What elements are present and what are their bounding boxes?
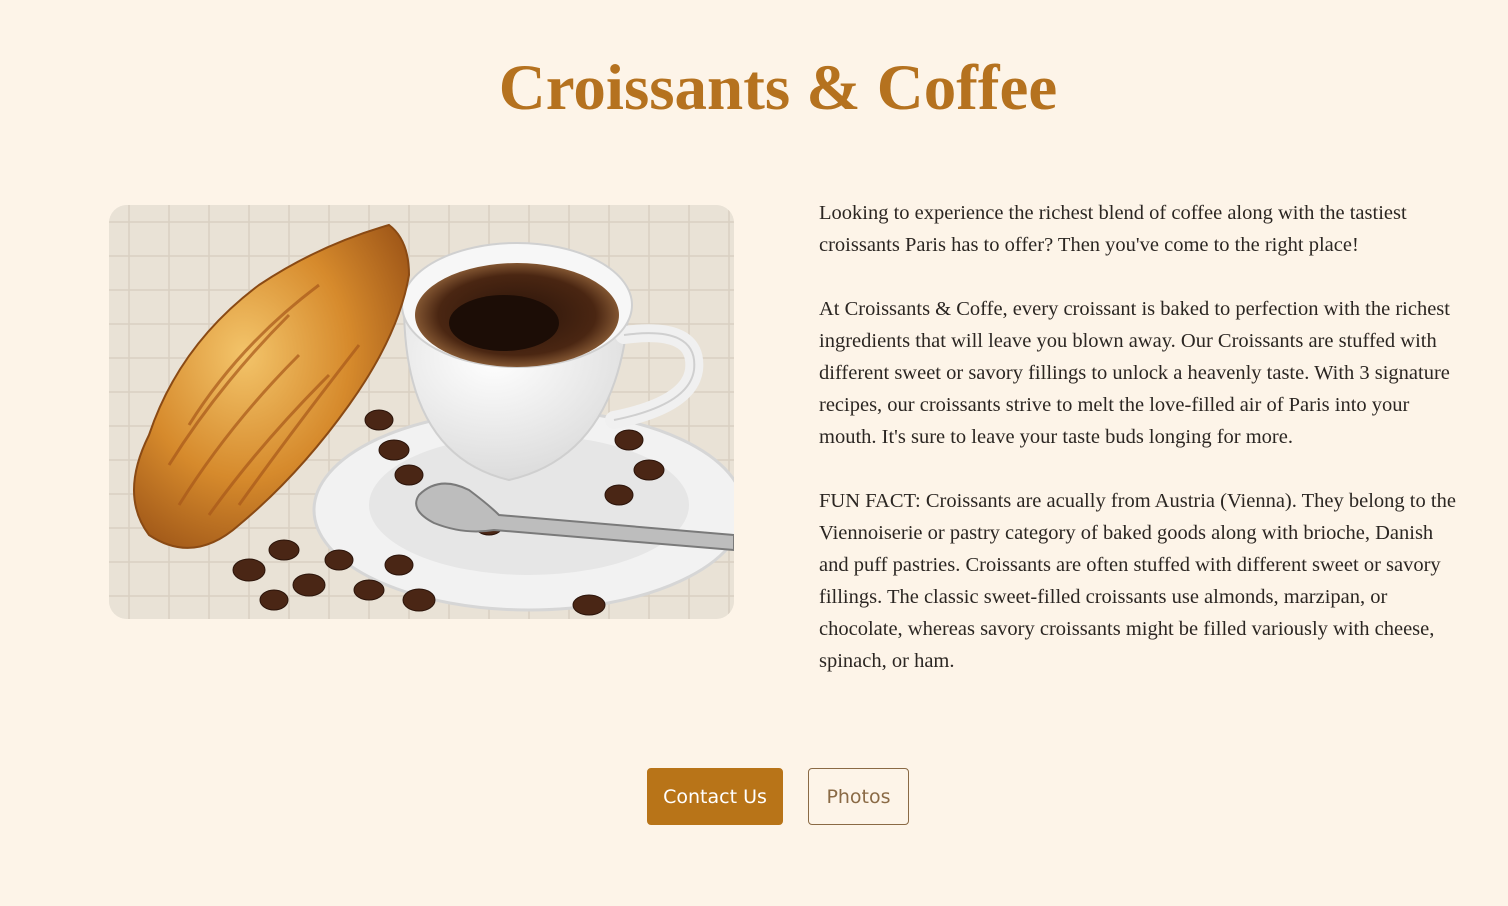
- contact-us-button[interactable]: Contact Us: [647, 768, 783, 825]
- action-buttons: Contact Us Photos: [647, 768, 909, 825]
- page-title: Croissants & Coffee: [498, 52, 1058, 124]
- about-paragraph: At Croissants & Coffe, every croissant i…: [819, 298, 1450, 448]
- intro-paragraph: Looking to experience the richest blend …: [819, 202, 1407, 256]
- fun-fact-paragraph: FUN FACT: Croissants are acually from Au…: [819, 490, 1456, 672]
- intro-copy: Looking to experience the richest blend …: [819, 197, 1459, 709]
- photos-button[interactable]: Photos: [808, 768, 909, 825]
- croissant-coffee-photo: [109, 205, 734, 619]
